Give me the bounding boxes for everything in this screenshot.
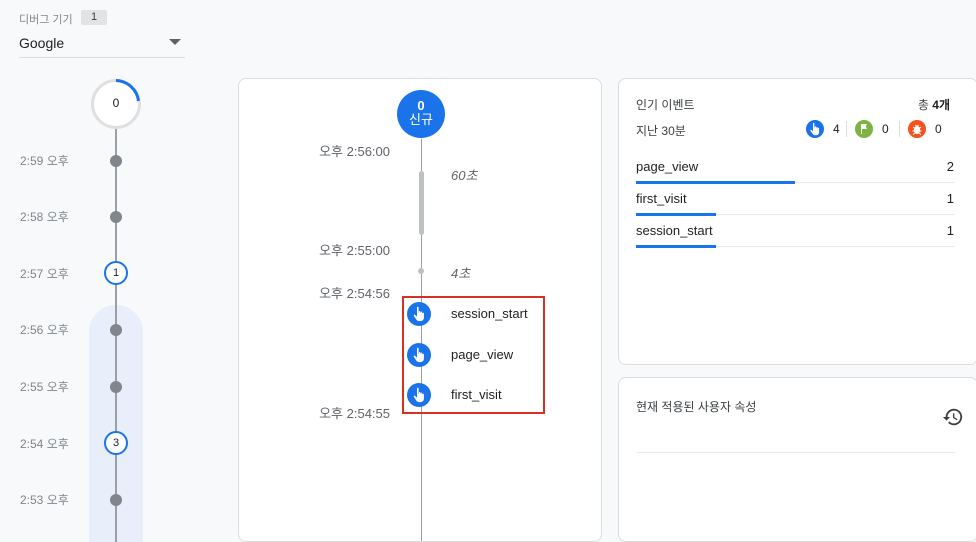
minute-2-56[interactable]: 2:56 오후 (0, 316, 160, 342)
stream-duration: 60초 (451, 168, 478, 183)
event-count-value: 4 (833, 122, 840, 136)
stream-timestamp: 오후 2:54:56 (319, 286, 390, 301)
device-label: 디버그 기기 (19, 14, 73, 26)
minute-event-count: 3 (104, 431, 128, 455)
top-event-row-page-view[interactable]: page_view 2 (636, 151, 954, 184)
touch-event-icon (407, 343, 431, 367)
minute-label: 2:53 오후 (20, 493, 69, 507)
stream-gap-bar (419, 171, 424, 235)
device-select-value: Google (19, 35, 65, 51)
minute-label: 2:59 오후 (20, 154, 69, 168)
conversion-flag-icon (855, 120, 873, 138)
stream-event-page-view[interactable]: page_view (407, 341, 543, 369)
new-users-badge[interactable]: 0 신규 (397, 90, 445, 138)
minute-2-55[interactable]: 2:55 오후 (0, 373, 160, 399)
stream-event-name: page_view (451, 347, 514, 362)
top-event-count: 1 (946, 191, 954, 206)
new-users-label: 신규 (409, 112, 433, 127)
minute-dot (110, 211, 122, 223)
conversion-count-value: 0 (882, 122, 889, 136)
stream-timestamp: 오후 2:54:55 (319, 406, 390, 421)
stream-timestamp: 오후 2:55:00 (319, 243, 390, 258)
stream-event-name: session_start (451, 306, 528, 321)
device-count-badge: 1 (81, 10, 107, 25)
user-properties-title: 현재 적용된 사용자 속성 (636, 400, 757, 414)
minute-label: 2:56 오후 (20, 323, 69, 337)
top-events-period: 지난 30분 (636, 124, 686, 138)
top-events-card: 인기 이벤트 총 4개 지난 30분 4 0 0 page_view 2 fir… (618, 78, 976, 365)
stream-gap-dot (418, 268, 424, 274)
minute-label: 2:58 오후 (20, 210, 69, 224)
stream-duration: 4초 (451, 266, 471, 281)
top-event-count: 2 (946, 159, 954, 174)
top-event-name: session_start (636, 223, 713, 238)
top-event-share-bar (636, 245, 716, 248)
touch-event-icon (407, 383, 431, 407)
minute-label: 2:57 오후 (20, 267, 69, 281)
history-icon[interactable] (942, 406, 964, 428)
seconds-progress-circle: 0 (91, 79, 141, 129)
user-properties-card: 현재 적용된 사용자 속성 (618, 377, 976, 542)
top-event-row-first-visit[interactable]: first_visit 1 (636, 183, 954, 216)
chevron-down-icon (169, 39, 181, 45)
stream-timestamp: 오후 2:56:00 (319, 144, 390, 159)
stream-event-name: first_visit (451, 387, 502, 402)
top-event-name: page_view (636, 159, 699, 174)
top-events-title: 인기 이벤트 (636, 98, 695, 112)
error-bug-icon (908, 120, 926, 138)
total-value: 4개 (932, 98, 950, 112)
minute-dot (110, 155, 122, 167)
touch-event-icon (806, 120, 824, 138)
user-properties-divider (636, 452, 956, 453)
seconds-count: 0 (112, 96, 120, 110)
count-divider (899, 121, 900, 137)
minute-label: 2:54 오후 (20, 437, 69, 451)
minute-2-54[interactable]: 2:54 오후 3 (0, 430, 160, 456)
minute-dot (110, 324, 122, 336)
count-divider (846, 121, 847, 137)
stream-event-first-visit[interactable]: first_visit (407, 381, 543, 409)
top-event-row-session-start[interactable]: session_start 1 (636, 215, 954, 248)
minute-dot (110, 381, 122, 393)
top-events-total: 총 4개 (918, 96, 950, 113)
minute-2-59[interactable]: 2:59 오후 (0, 147, 160, 173)
total-prefix: 총 (917, 98, 929, 112)
minute-event-count: 1 (104, 261, 128, 285)
event-stream-card: 0 신규 오후 2:56:00 60초 오후 2:55:00 4초 오후 2:5… (238, 78, 602, 542)
top-event-name: first_visit (636, 191, 687, 206)
touch-event-icon (407, 302, 431, 326)
top-event-count: 1 (946, 223, 954, 238)
minute-2-53[interactable]: 2:53 오후 (0, 486, 160, 512)
minute-2-58[interactable]: 2:58 오후 (0, 203, 160, 229)
error-count-value: 0 (935, 122, 942, 136)
minute-dot (110, 494, 122, 506)
new-users-count: 0 (417, 98, 425, 113)
device-select[interactable]: Google (19, 32, 185, 58)
minute-label: 2:55 오후 (20, 380, 69, 394)
minute-2-57[interactable]: 2:57 오후 1 (0, 260, 160, 286)
stream-event-session-start[interactable]: session_start (407, 300, 543, 328)
